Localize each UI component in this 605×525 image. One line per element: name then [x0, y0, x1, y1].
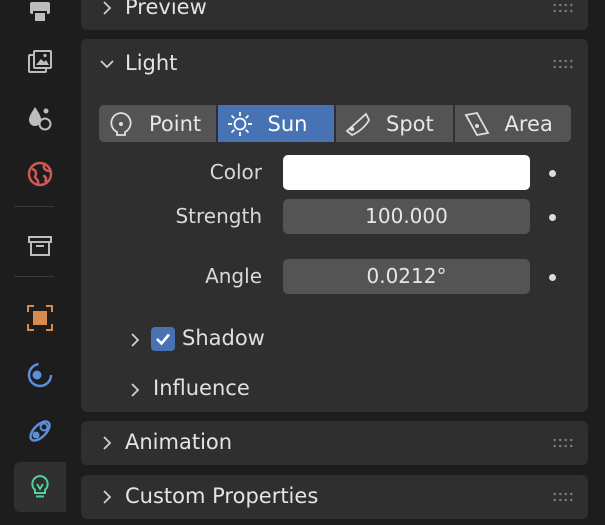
tab-world[interactable]	[14, 149, 66, 199]
animate-property-dot[interactable]	[549, 214, 556, 221]
light-type-label: Sun	[267, 111, 308, 136]
shadow-label[interactable]: Shadow	[182, 326, 265, 350]
strength-field[interactable]: 100.000	[283, 199, 530, 234]
light-type-sun[interactable]: Sun	[217, 105, 334, 142]
drag-grip-icon[interactable]	[552, 437, 574, 449]
spot-light-icon	[345, 112, 371, 136]
checkmark-icon	[156, 333, 170, 346]
tab-output[interactable]	[14, 37, 66, 87]
light-type-selector: Point Sun Spot Area	[99, 105, 571, 142]
light-type-label: Area	[504, 111, 553, 136]
angle-label: Angle	[205, 264, 262, 288]
panel-custom-properties[interactable]: Custom Properties	[81, 475, 588, 519]
chevron-right-icon[interactable]	[128, 333, 142, 347]
panel-light: Light Point Sun Spot Area Color Strength…	[81, 39, 588, 412]
angle-field[interactable]: 0.0212°	[283, 259, 530, 294]
panel-title: Animation	[125, 430, 233, 454]
panel-animation[interactable]: Animation	[81, 421, 588, 465]
printer-icon	[30, 2, 50, 23]
chevron-right-icon[interactable]	[128, 383, 142, 397]
animate-property-dot[interactable]	[549, 274, 556, 281]
tab-physics[interactable]	[14, 350, 66, 400]
panel-title: Light	[125, 51, 178, 75]
panel-title: Custom Properties	[125, 484, 319, 508]
strength-label: Strength	[175, 204, 262, 228]
tab-light-data[interactable]	[14, 462, 66, 512]
color-label: Color	[209, 160, 262, 184]
area-light-icon	[464, 111, 489, 136]
influence-label[interactable]: Influence	[153, 376, 250, 400]
chevron-right-icon	[103, 1, 112, 15]
constraints-icon	[29, 420, 51, 442]
chevron-down-icon	[100, 60, 114, 69]
drag-grip-icon[interactable]	[552, 58, 574, 70]
drag-grip-icon[interactable]	[552, 2, 574, 14]
image-stack-icon	[28, 50, 52, 73]
tab-render[interactable]	[14, 0, 66, 36]
light-type-spot[interactable]: Spot	[336, 105, 453, 142]
light-type-label: Point	[149, 111, 202, 136]
shadow-checkbox[interactable]	[151, 327, 175, 351]
chevron-right-icon	[103, 436, 112, 450]
world-icon	[27, 161, 53, 187]
drag-grip-icon[interactable]	[552, 491, 574, 503]
collection-box-icon	[28, 236, 52, 256]
properties-tab-bar	[0, 0, 67, 525]
properties-editor: Preview Light Point Sun Spot Area Color …	[66, 0, 605, 525]
physics-icon	[27, 362, 53, 388]
tab-object[interactable]	[14, 293, 66, 343]
tab-constraints[interactable]	[14, 406, 66, 456]
light-type-label: Spot	[386, 111, 434, 136]
object-icon	[27, 305, 53, 331]
light-type-area[interactable]: Area	[454, 105, 571, 142]
light-bulb-icon	[31, 474, 49, 498]
tab-view-layer[interactable]	[14, 93, 66, 143]
animate-property-dot[interactable]	[549, 170, 556, 177]
point-light-icon	[110, 111, 132, 136]
color-swatch[interactable]	[283, 155, 530, 190]
chevron-right-icon	[103, 490, 112, 504]
panel-light-header[interactable]: Light	[81, 39, 588, 85]
light-type-point[interactable]: Point	[99, 105, 216, 142]
sun-light-icon	[227, 111, 252, 136]
tab-collection[interactable]	[14, 221, 66, 271]
particles-icon	[29, 107, 52, 131]
panel-preview[interactable]: Preview	[81, 0, 588, 30]
panel-title: Preview	[125, 0, 207, 19]
